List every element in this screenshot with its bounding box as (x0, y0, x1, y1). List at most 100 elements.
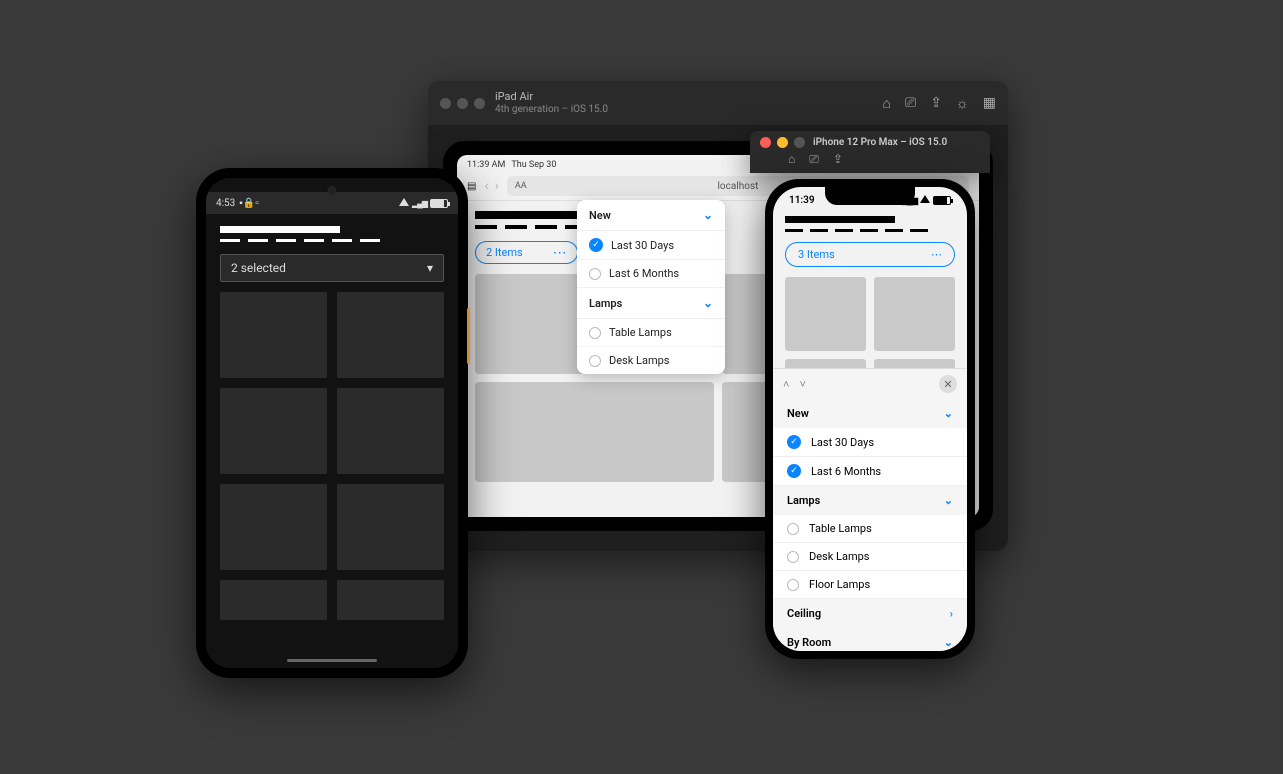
android-statusbar: 4:53 ▪ 🔒 ▫ (206, 192, 458, 214)
product-tile[interactable] (220, 292, 327, 378)
product-tile[interactable] (220, 580, 327, 620)
sheet-option[interactable]: Floor Lamps (773, 571, 967, 599)
sheet-section-header[interactable]: New ⌄ (773, 399, 967, 428)
power-button (467, 308, 470, 364)
filter-badge-label: 2 Items (486, 246, 523, 259)
chevron-down-icon: ⌄ (944, 407, 953, 420)
traffic-lights[interactable] (760, 137, 805, 148)
wifi-icon (399, 198, 409, 209)
popover-section-title: Lamps (589, 297, 622, 310)
safari-aa-label[interactable]: AA (515, 181, 527, 191)
radio-empty-icon (787, 523, 799, 535)
filter-select[interactable]: 2 selected ▾ (220, 254, 444, 282)
iphone-sim-titlebar: iPhone 12 Pro Max – iOS 15.0 (750, 131, 990, 173)
radio-checked-icon (787, 464, 801, 478)
product-tile[interactable] (337, 484, 444, 570)
section-title: Lamps (787, 494, 820, 507)
front-camera (328, 186, 337, 195)
traffic-minimize-icon[interactable] (457, 98, 468, 109)
sheet-option[interactable]: Last 6 Months (773, 457, 967, 486)
popover-section-header[interactable]: New ⌄ (577, 200, 725, 231)
home-icon[interactable] (883, 95, 891, 112)
share-icon[interactable] (930, 95, 942, 112)
sheet-section-header[interactable]: By Room ⌄ (773, 628, 967, 651)
popover-option[interactable]: Table Lamps (577, 319, 725, 347)
product-tile[interactable] (337, 292, 444, 378)
layout-icon[interactable] (983, 95, 996, 112)
safari-back-icon[interactable] (484, 178, 488, 194)
popover-option-label: Last 30 Days (611, 239, 674, 252)
traffic-close-icon[interactable] (440, 98, 451, 109)
sheet-option[interactable]: Desk Lamps (773, 543, 967, 571)
close-icon[interactable]: ✕ (939, 375, 957, 393)
chevron-down-icon: ▾ (427, 261, 433, 275)
tabs-skeleton (785, 229, 955, 232)
status-time: 11:39 AM (467, 160, 505, 170)
product-tile[interactable] (337, 580, 444, 620)
filter-badge[interactable]: 3 Items ⋯ (785, 242, 955, 267)
sheet-section-header[interactable]: Ceiling › (773, 599, 967, 628)
product-grid (220, 292, 444, 620)
ipad-sim-titlebar: iPad Air 4th generation – iOS 15.0 (428, 81, 1008, 125)
product-grid (785, 277, 955, 379)
ipad-sim-title: iPad Air (495, 91, 608, 103)
iphone-device-bezel: 11:39 3 Items ⋯ (765, 179, 975, 659)
chevron-down-icon[interactable]: ˅ (799, 378, 805, 391)
traffic-zoom-icon[interactable] (474, 98, 485, 109)
safari-sidebar-icon[interactable] (467, 181, 476, 192)
iphone-sim-title: iPhone 12 Pro Max – iOS 15.0 (813, 137, 947, 148)
home-icon[interactable] (788, 152, 795, 167)
screenshot-icon[interactable] (905, 95, 916, 112)
filter-badge-label: 3 Items (798, 248, 835, 261)
product-tile[interactable] (337, 388, 444, 474)
status-time: 11:39 (789, 195, 815, 206)
radio-empty-icon (589, 327, 601, 339)
filter-bottom-sheet: ˄ ˅ ✕ New ⌄ Last 30 Days Last 6 Months (773, 368, 967, 651)
popover-section-header[interactable]: Lamps ⌄ (577, 288, 725, 319)
page-title-skeleton (785, 216, 895, 223)
select-label: 2 selected (231, 261, 286, 275)
sheet-option[interactable]: Table Lamps (773, 515, 967, 543)
android-nav-handle[interactable] (287, 659, 377, 662)
popover-option[interactable]: Last 30 Days (577, 231, 725, 260)
android-device-bezel: 4:53 ▪ 🔒 ▫ 2 selected ▾ (196, 168, 468, 678)
traffic-minimize-icon[interactable] (777, 137, 788, 148)
sheet-header: ˄ ˅ ✕ (773, 369, 967, 399)
product-tile[interactable] (220, 388, 327, 474)
traffic-close-icon[interactable] (760, 137, 771, 148)
product-tile[interactable] (785, 277, 866, 351)
popover-option-label: Table Lamps (609, 326, 672, 339)
filter-badge[interactable]: 2 Items ⋯ (475, 241, 578, 264)
more-icon[interactable]: ⋯ (931, 248, 942, 261)
chevron-down-icon: ⌄ (944, 636, 953, 649)
battery-icon (430, 199, 448, 208)
product-tile[interactable] (874, 277, 955, 351)
chevron-up-icon[interactable]: ˄ (783, 378, 789, 391)
product-tile[interactable] (475, 382, 714, 482)
section-title: By Room (787, 636, 831, 649)
chevron-down-icon: ⌄ (703, 208, 713, 222)
android-screen: 4:53 ▪ 🔒 ▫ 2 selected ▾ (206, 178, 458, 668)
filter-popover: New ⌄ Last 30 Days Last 6 Months Lamps ⌄ (577, 200, 725, 374)
product-tile[interactable] (220, 484, 327, 570)
traffic-lights[interactable] (440, 98, 485, 109)
popover-option[interactable]: Last 6 Months (577, 260, 725, 288)
iphone-screen: 11:39 3 Items ⋯ (773, 187, 967, 651)
iphone-notch (825, 187, 915, 205)
traffic-zoom-icon[interactable] (794, 137, 805, 148)
radio-empty-icon (787, 579, 799, 591)
battery-icon (933, 196, 951, 205)
status-date: Thu Sep 30 (511, 160, 556, 170)
section-title: Ceiling (787, 607, 821, 620)
safari-forward-icon[interactable] (495, 178, 499, 194)
appearance-icon[interactable] (956, 95, 969, 112)
iphone-simulator-window: iPhone 12 Pro Max – iOS 15.0 11:39 (750, 131, 990, 659)
sheet-option[interactable]: Last 30 Days (773, 428, 967, 457)
chevron-right-icon: › (950, 607, 953, 620)
screenshot-icon[interactable] (809, 152, 819, 167)
radio-empty-icon (787, 551, 799, 563)
popover-option-label: Desk Lamps (609, 354, 669, 367)
sheet-section-header[interactable]: Lamps ⌄ (773, 486, 967, 515)
popover-option[interactable]: Desk Lamps (577, 347, 725, 374)
share-icon[interactable] (833, 152, 843, 167)
